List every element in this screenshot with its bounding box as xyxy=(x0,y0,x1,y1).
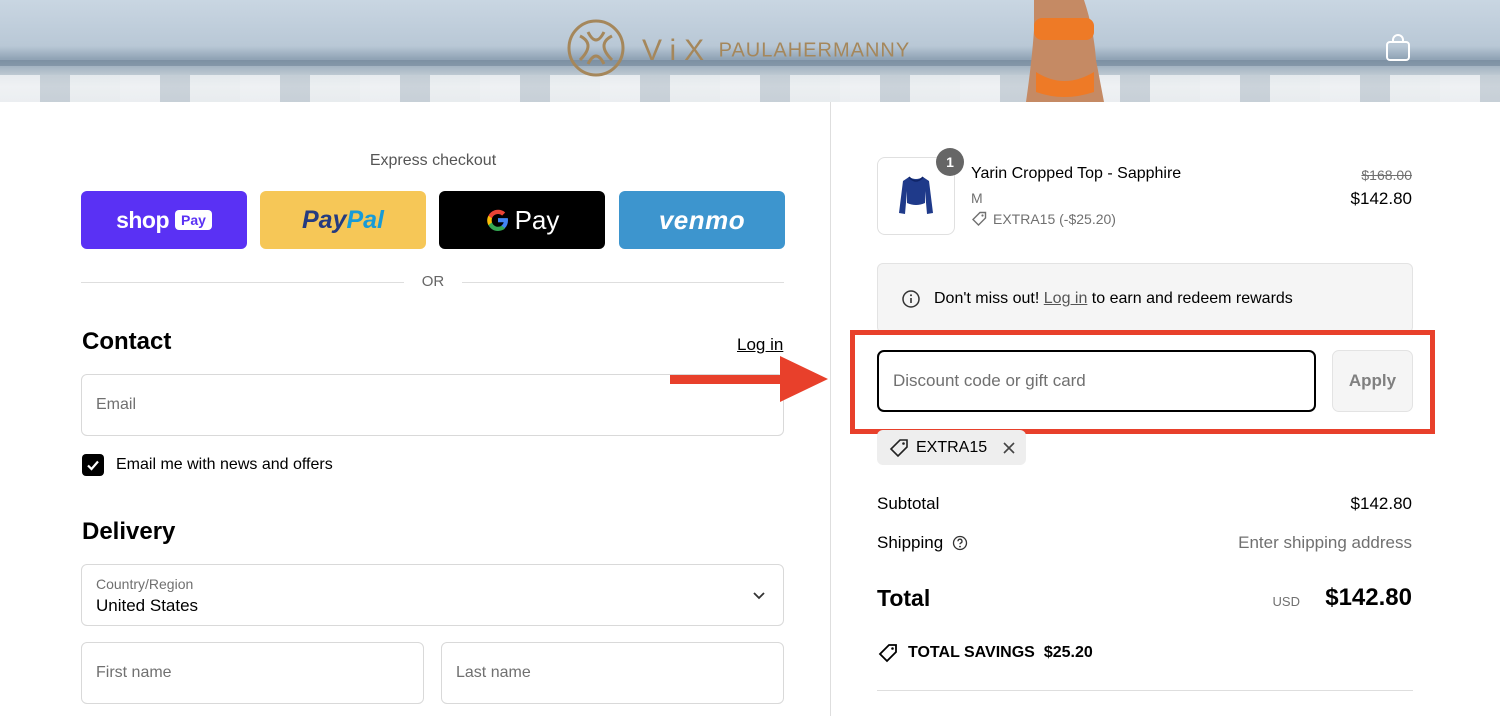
chevron-down-icon xyxy=(753,592,765,600)
or-divider-right xyxy=(462,282,784,283)
product-variant: M xyxy=(971,190,983,206)
brand-vix: ViX xyxy=(642,34,713,67)
remove-discount-button[interactable] xyxy=(1002,441,1016,455)
summary-divider xyxy=(877,690,1413,691)
column-divider xyxy=(830,102,831,716)
subtotal-value: $142.80 xyxy=(1350,494,1412,513)
close-icon xyxy=(1003,441,1015,454)
tag-icon xyxy=(972,211,987,226)
tag-icon xyxy=(889,438,908,457)
brand-logo-icon[interactable] xyxy=(566,18,626,78)
brand-name: PAULAHERMANNY xyxy=(718,39,911,62)
or-label: OR xyxy=(421,273,445,290)
last-name-input[interactable] xyxy=(442,643,783,703)
applied-discount-code: EXTRA15 xyxy=(916,438,988,456)
delivery-heading: Delivery xyxy=(82,518,176,545)
express-checkout-title: Express checkout xyxy=(369,152,497,169)
total-label: Total xyxy=(877,585,931,611)
shipping-value: Enter shipping address xyxy=(1238,533,1412,552)
applied-discount-chip: EXTRA15 xyxy=(877,430,1026,465)
discounted-price: $142.80 xyxy=(1350,189,1412,208)
shop-pay-wordmark: shop xyxy=(116,206,170,233)
quantity-badge: 1 xyxy=(936,148,964,176)
google-pay-label: Pay xyxy=(514,204,560,235)
venmo-button[interactable]: venmo xyxy=(619,191,785,249)
paypal-button[interactable]: PayPal xyxy=(260,191,426,249)
rewards-notice: Don't miss out! Log in to earn and redee… xyxy=(877,263,1413,333)
product-discount: EXTRA15 (-$25.20) xyxy=(971,211,1116,227)
savings-tag-icon xyxy=(878,644,897,663)
rewards-text: Don't miss out! Log in to earn and redee… xyxy=(934,290,1293,307)
newsletter-checkbox[interactable] xyxy=(82,454,104,476)
annotation-arrow-icon xyxy=(670,356,828,402)
total-currency: USD xyxy=(1272,594,1300,609)
first-name-field[interactable] xyxy=(81,642,424,704)
total-value: $142.80 xyxy=(1325,584,1412,611)
info-icon xyxy=(902,290,920,308)
newsletter-label: Email me with news and offers xyxy=(116,456,333,473)
shipping-label: Shipping xyxy=(877,533,944,552)
total-savings: TOTAL SAVINGS $25.20 xyxy=(877,643,1093,663)
rewards-login-link[interactable]: Log in xyxy=(1044,290,1088,307)
annotation-highlight-box xyxy=(850,330,1435,434)
country-select[interactable]: Country/Region United States xyxy=(81,564,784,626)
country-value: United States xyxy=(96,596,199,615)
brand-logo-text[interactable]: ViX PAULAHERMANNY xyxy=(642,34,910,68)
help-icon[interactable] xyxy=(952,535,968,551)
google-pay-button[interactable]: Pay xyxy=(439,191,605,249)
product-discount-text: EXTRA15 (-$25.20) xyxy=(993,211,1116,227)
banner-model-image xyxy=(1026,0,1104,102)
cart-icon[interactable] xyxy=(1385,34,1411,62)
banner-surf xyxy=(0,75,1500,102)
first-name-input[interactable] xyxy=(82,643,423,703)
google-g-icon xyxy=(486,209,508,231)
venmo-wordmark: venmo xyxy=(658,204,746,235)
last-name-field[interactable] xyxy=(441,642,784,704)
or-divider-left xyxy=(81,282,404,283)
product-image xyxy=(899,176,933,214)
savings-value: $25.20 xyxy=(1043,644,1093,661)
country-label: Country/Region xyxy=(96,576,194,592)
original-price: $168.00 xyxy=(1361,167,1412,183)
header-banner: ViX PAULAHERMANNY xyxy=(0,0,1500,102)
savings-label: TOTAL SAVINGS xyxy=(908,644,1035,661)
shop-pay-badge: Pay xyxy=(175,210,212,230)
contact-heading: Contact xyxy=(82,328,172,355)
subtotal-label: Subtotal xyxy=(877,494,940,513)
contact-login-link[interactable]: Log in xyxy=(737,335,783,355)
product-name: Yarin Cropped Top - Sapphire xyxy=(971,165,1182,182)
shop-pay-button[interactable]: shop Pay xyxy=(81,191,247,249)
paypal-wordmark: PayPal xyxy=(301,205,384,234)
checkmark-icon xyxy=(87,460,99,471)
